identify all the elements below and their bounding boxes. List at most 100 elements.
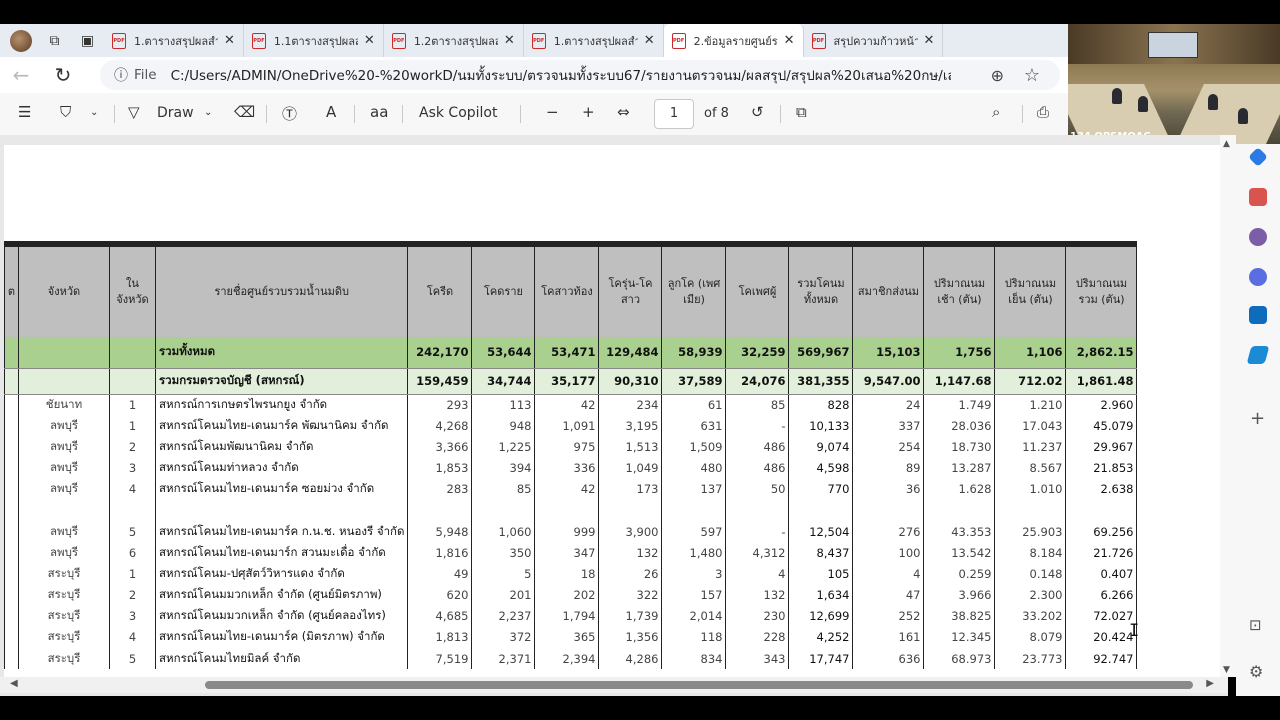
table-cell: 72.027 [1065,605,1138,627]
table-cell: 1,813 [407,626,473,649]
table-cell: 90,310 [598,368,663,395]
table-cell: 92.747 [1065,648,1138,670]
draw-button[interactable]: Draw [157,105,194,121]
close-tab-icon[interactable]: ✕ [784,33,795,48]
table-cell: 242,170 [407,337,473,369]
close-tab-icon[interactable]: ✕ [364,33,375,48]
empty-cell [4,436,19,458]
table-cell: 9,547.00 [852,368,925,395]
zoom-in-icon[interactable]: + [582,103,595,121]
toolbar-divider [114,105,115,123]
toolbar-divider [780,105,781,123]
table-cell: - [725,520,790,543]
ask-copilot-button[interactable]: Ask Copilot [419,105,498,121]
settings-gear-icon[interactable]: ⚙ [1249,662,1263,681]
contents-icon[interactable]: ☰ [18,103,31,121]
empty-cell [534,499,600,521]
text-box-icon[interactable]: Ⓣ [282,103,297,124]
read-aloud-icon[interactable]: A [326,103,336,121]
table-cell: 2,394 [534,648,600,670]
draw-icon[interactable]: ▽ [128,103,140,121]
favorite-star-icon[interactable]: ☆ [1024,65,1040,86]
empty-cell [4,394,19,416]
page-number-input[interactable]: 1 [654,99,694,129]
page-view-icon[interactable]: ⧉ [796,103,807,121]
send-icon[interactable] [1246,346,1270,364]
fit-page-icon[interactable]: ⇔ [617,103,630,121]
horizontal-scroll-thumb[interactable] [205,681,1193,689]
draw-dropdown-icon[interactable]: ⌄ [204,107,212,118]
print-icon[interactable]: ⎙ [1037,103,1049,121]
highlight-dropdown-icon[interactable]: ⌄ [90,107,98,118]
zoom-icon[interactable]: ⊕ [991,66,1004,85]
empty-cell [18,337,110,369]
table-cell: 12,504 [788,520,854,543]
refresh-button[interactable]: ↻ [42,63,84,87]
close-tab-icon[interactable]: ✕ [924,33,935,48]
url-field[interactable]: ⓘ File C:/Users/ADMIN/OneDrive%20-%20wor… [100,60,1060,90]
table-cell: 834 [661,648,727,670]
table-cell: 4,685 [407,605,473,627]
copilot-icon[interactable] [1249,268,1267,286]
highlight-icon[interactable]: ⛉ [60,103,71,121]
horizontal-scrollbar[interactable]: ◀ ▶ [0,677,1228,693]
table-cell: 4,312 [725,542,790,564]
pdf-file-icon: PDF [251,32,266,49]
scroll-left-icon[interactable]: ◀ [10,678,18,689]
people-icon[interactable] [1249,228,1267,246]
toolbox-icon[interactable] [1249,188,1267,206]
scroll-down-icon[interactable]: ▼ [1223,665,1230,675]
table-cell: 53,644 [471,337,536,369]
search-icon[interactable]: ⌕ [992,103,1000,121]
table-cell: 202 [534,584,600,606]
table-cell: 8,437 [788,542,854,564]
table-cell: 10,133 [788,415,854,437]
profile-avatar[interactable] [10,29,32,52]
browser-tab[interactable]: PDF 2.ข้อมูลรายศูนย์รวม ✕ [663,24,804,57]
browser-tab[interactable]: PDF สรุปความก้าวหน้า ✕ [804,24,944,57]
table-row: ลพบุรี 6 สหกรณ์โคนมไทย-เดนมาร์ก สวนมะเดื่อ… [4,542,1138,564]
scroll-right-icon[interactable]: ▶ [1206,678,1214,689]
zoom-out-icon[interactable]: − [546,103,559,121]
table-cell: 113 [471,394,536,416]
rotate-icon[interactable]: ↺ [751,103,764,121]
close-tab-icon[interactable]: ✕ [224,33,235,48]
webcam-person [1238,108,1248,124]
cell-no: 5 [109,520,156,543]
back-button[interactable]: ← [0,63,42,87]
table-cell: 61 [661,394,727,416]
cell-name: สหกรณ์การเกษตรไพรนกยูง จำกัด [154,394,409,416]
empty-cell [109,499,156,521]
vertical-scrollbar[interactable]: ▲ ▼ [1220,135,1236,677]
empty-cell [852,499,925,521]
table-cell: 8.567 [994,457,1067,479]
eraser-icon[interactable]: ⌫ [234,103,255,121]
table-cell: 137 [661,478,727,500]
outlook-icon[interactable] [1249,306,1267,324]
browser-tab[interactable]: PDF 1.ตารางสรุปผลสำรวจ ✕ [524,24,664,57]
pdf-page: ตจังหวัด ใน จังหวัด รายชื่อศูนย์รวบรวมน้ำน… [4,145,1220,677]
table-cell: 1,106 [994,337,1067,369]
table-cell: 1.749 [923,394,996,416]
screenshot-icon[interactable]: ⊡ [1249,616,1262,634]
tag-icon[interactable] [1248,147,1268,167]
tab-actions-icon[interactable]: ▣ [71,24,104,57]
table-cell: 1,509 [661,436,727,458]
table-cell: 828 [788,394,854,416]
translate-icon[interactable]: aa [370,103,388,121]
info-icon[interactable]: ⓘ [114,65,128,85]
url-text[interactable]: C:/Users/ADMIN/OneDrive%20-%20workD/นมทั… [171,64,951,86]
browser-tab[interactable]: PDF 1.1ตารางสรุปผลสำรวจ ✕ [244,24,384,57]
browser-tab[interactable]: PDF 1.ตารางสรุปผลสำรวจ ✕ [104,24,244,57]
close-tab-icon[interactable]: ✕ [644,33,655,48]
cell-no: 2 [109,436,156,458]
scroll-up-icon[interactable]: ▲ [1223,139,1230,149]
table-cell: 322 [598,584,663,606]
close-tab-icon[interactable]: ✕ [504,33,515,48]
table-cell: 1.628 [923,478,996,500]
workspaces-icon[interactable]: ⧉ [38,24,71,57]
add-icon[interactable]: + [1250,408,1265,429]
column-header: รวมโคนมทั้งหมด [788,247,854,337]
empty-cell [1065,499,1138,521]
browser-tab[interactable]: PDF 1.2ตารางสรุปผลสำรวจ ✕ [384,24,524,57]
